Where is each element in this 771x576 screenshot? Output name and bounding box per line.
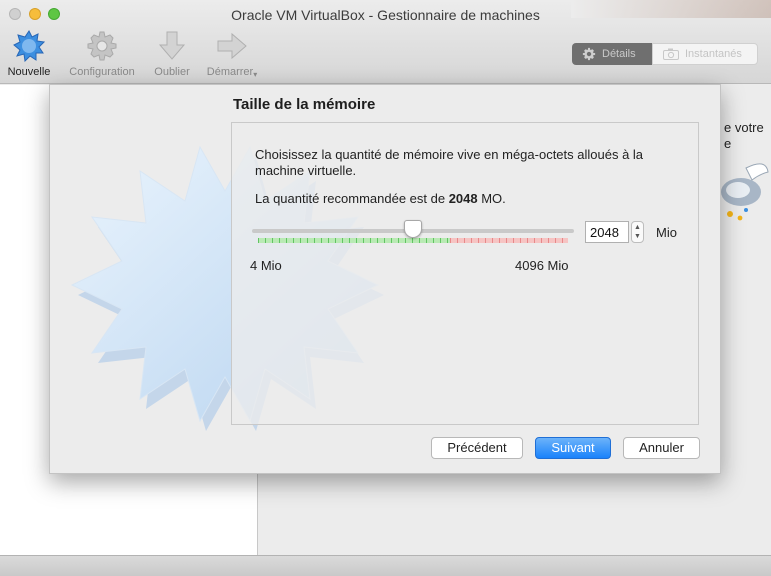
settings-button[interactable]: Configuration — [67, 30, 137, 78]
start-button[interactable]: Démarrer▾ — [197, 30, 267, 79]
welcome-text-peek: e votre e — [724, 120, 764, 152]
new-vm-button[interactable]: Nouvelle — [0, 30, 64, 78]
slider-min-label: 4 Mio — [250, 258, 282, 273]
back-button[interactable]: Précédent — [431, 437, 523, 459]
recommended-memory-value: 2048 — [448, 191, 478, 206]
slider-max-label: 4096 Mio — [515, 258, 569, 273]
details-toggle-button[interactable]: Détails — [572, 43, 652, 65]
cancel-button[interactable]: Annuler — [623, 437, 700, 459]
slider-thumb[interactable] — [403, 220, 422, 238]
dialog-title: Taille de la mémoire — [233, 96, 376, 113]
recommended-zone — [258, 238, 451, 243]
mascot-illustration — [721, 163, 769, 221]
details-toggle-label: Détails — [602, 48, 636, 60]
start-label: Démarrer▾ — [206, 66, 258, 79]
recommended-memory-text: La quantité recommandée est de 2048 MO. — [255, 191, 506, 206]
chevron-down-icon: ▾ — [253, 70, 258, 79]
arrow-down-icon — [158, 31, 186, 60]
new-starburst-icon — [13, 30, 45, 62]
snapshots-toggle-button[interactable]: Instantanés — [652, 43, 758, 65]
caution-zone — [450, 238, 568, 243]
arrow-right-icon — [217, 32, 247, 60]
welcome-text-line: e votre — [724, 120, 764, 135]
gear-icon — [87, 31, 117, 61]
next-button[interactable]: Suivant — [535, 437, 611, 459]
memory-settings-group: Choisissez la quantité de mémoire vive e… — [231, 122, 699, 425]
memory-unit-label: Mio — [656, 225, 677, 240]
window-title: Oracle VM VirtualBox - Gestionnaire de m… — [231, 7, 540, 23]
memory-size-input[interactable] — [585, 221, 629, 243]
camera-icon — [663, 48, 679, 60]
stepper-down-icon[interactable]: ▼ — [632, 232, 643, 241]
dialog-description: Choisissez la quantité de mémoire vive e… — [255, 147, 644, 178]
new-vm-label: Nouvelle — [7, 66, 51, 78]
window-titlebar: Oracle VM VirtualBox - Gestionnaire de m… — [0, 0, 771, 84]
memory-slider[interactable] — [252, 219, 574, 249]
stepper-up-icon[interactable]: ▲ — [632, 223, 643, 232]
window-status-bar — [0, 555, 771, 576]
view-toggle: Détails Instantanés — [572, 43, 758, 65]
memory-stepper[interactable]: ▲ ▼ — [631, 221, 644, 243]
settings-label: Configuration — [69, 66, 135, 78]
slider-zones — [258, 238, 568, 243]
snapshots-toggle-label: Instantanés — [685, 48, 742, 60]
memory-size-dialog: Taille de la mémoire Choisissez la quant… — [49, 84, 721, 474]
gear-icon — [582, 47, 596, 61]
